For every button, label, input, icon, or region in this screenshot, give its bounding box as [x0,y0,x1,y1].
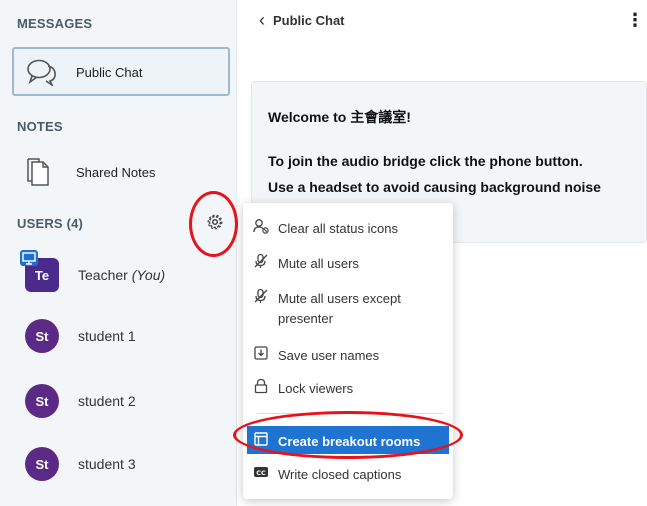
presenter-icon [20,250,38,266]
user-row-teacher[interactable]: Te Teacher (You) [20,250,232,296]
chat-bubbles-icon [27,59,56,86]
chat-title: Public Chat [273,12,345,28]
menu-item-label: Write closed captions [278,467,402,482]
user-row-student-2[interactable]: St student 2 [22,382,232,422]
svg-text:CC: CC [256,469,266,477]
welcome-line-1: To join the audio bridge click the phone… [268,153,583,169]
avatar: St [25,319,59,353]
menu-item-lock-viewers[interactable]: Lock viewers [243,373,453,401]
menu-item-save-user-names[interactable]: Save user names [243,340,453,368]
menu-item-label: Save user names [278,348,380,363]
messages-section-title: MESSAGES [17,16,93,31]
mute-icon [254,253,268,268]
welcome-title: Welcome to 主會議室! [268,109,411,125]
shared-notes-item[interactable]: Shared Notes [12,150,230,194]
users-section-title: USERS (4) [17,216,84,231]
user-name: Teacher (You) [78,267,166,283]
shared-notes-label: Shared Notes [76,165,156,180]
lock-icon [254,378,268,394]
menu-item-mute-except-presenter[interactable]: Mute all users except presenter [243,283,453,331]
menu-item-mute-all[interactable]: Mute all users [243,248,453,276]
user-name: student 1 [78,328,136,344]
annotation-ring-breakout [233,411,463,459]
save-icon [254,346,268,360]
avatar: St [25,384,59,418]
mute-icon [254,288,268,303]
back-button[interactable]: ‹ Public Chat [259,10,345,30]
clear-status-icon [253,219,269,234]
notes-icon [27,158,49,186]
avatar: St [25,447,59,481]
more-options-icon[interactable]: ⋮ [626,11,644,29]
menu-item-write-closed-captions[interactable]: CC Write closed captions [243,459,453,487]
chevron-left-icon: ‹ [259,10,265,30]
closed-captions-icon: CC [254,467,268,477]
annotation-ring-gear [189,191,238,257]
menu-item-clear-status[interactable]: Clear all status icons [243,213,453,241]
menu-item-label: Lock viewers [278,381,354,396]
public-chat-item[interactable]: Public Chat [12,47,230,96]
user-name: student 2 [78,393,136,409]
welcome-line-2: Use a headset to avoid causing backgroun… [268,179,601,195]
menu-item-label: Clear all status icons [278,221,398,236]
user-row-student-1[interactable]: St student 1 [22,317,232,357]
notes-section-title: NOTES [17,119,63,134]
user-row-student-3[interactable]: St student 3 [22,445,232,485]
menu-item-label: Mute all users except presenter [278,291,401,326]
menu-item-label: Mute all users [278,256,359,271]
chat-header: ‹ Public Chat ⋮ [237,0,647,48]
user-name: student 3 [78,456,136,472]
public-chat-label: Public Chat [76,65,143,80]
